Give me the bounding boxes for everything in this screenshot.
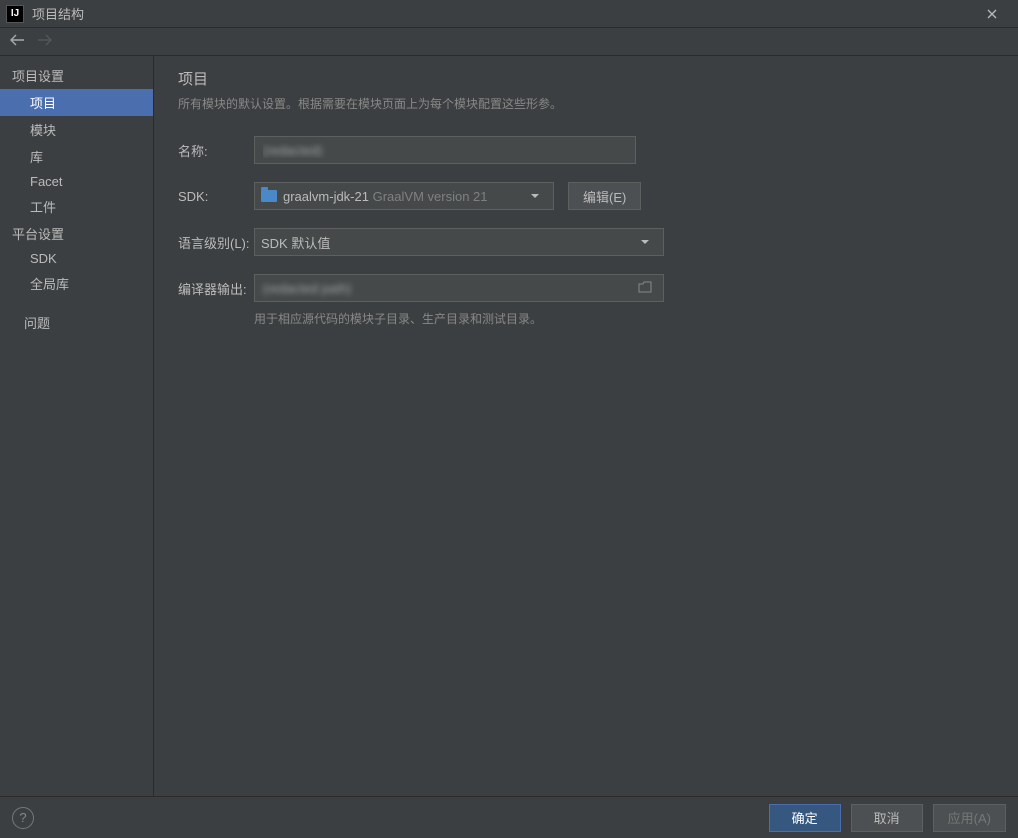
window-title: 项目结构 [32, 4, 972, 23]
compiler-output-label: 编译器输出: [178, 279, 250, 298]
lang-level-label: 语言级别(L): [178, 233, 250, 252]
sidebar-item-sdk[interactable]: SDK [0, 247, 153, 270]
sidebar-item-libraries[interactable]: 库 [0, 143, 153, 170]
name-label: 名称: [178, 141, 250, 160]
sidebar-item-modules[interactable]: 模块 [0, 116, 153, 143]
sdk-label: SDK: [178, 189, 250, 204]
help-icon: ? [19, 810, 26, 825]
nav-toolbar [0, 28, 1018, 56]
footer: ? 确定 取消 应用(A) [0, 796, 1018, 838]
chevron-down-icon [641, 240, 649, 244]
sidebar: 项目设置 项目 模块 库 Facet 工件 平台设置 SDK 全局库 问题 [0, 56, 154, 796]
sidebar-item-facet[interactable]: Facet [0, 170, 153, 193]
titlebar: IJ 项目结构 [0, 0, 1018, 28]
page-title: 项目 [178, 68, 994, 89]
sidebar-item-label: 模块 [30, 123, 56, 138]
page-description: 所有模块的默认设置。根据需要在模块页面上为每个模块配置这些形参。 [178, 95, 994, 112]
close-icon [987, 9, 997, 19]
arrow-left-icon [9, 34, 25, 46]
browse-folder-icon[interactable] [635, 281, 655, 296]
sidebar-item-label: 库 [30, 150, 43, 165]
sidebar-item-artifacts[interactable]: 工件 [0, 193, 153, 220]
sidebar-item-label: 全局库 [30, 277, 69, 292]
folder-icon [261, 190, 277, 202]
nav-forward-button [36, 33, 54, 51]
edit-sdk-button[interactable]: 编辑(E) [568, 182, 641, 210]
sidebar-section-platform-settings: 平台设置 [0, 220, 153, 247]
name-input[interactable] [254, 136, 636, 164]
main-content: 项目 所有模块的默认设置。根据需要在模块页面上为每个模块配置这些形参。 名称: … [154, 56, 1018, 796]
compiler-output-input[interactable]: (redacted path) [254, 274, 664, 302]
sidebar-item-label: 项目 [30, 96, 56, 111]
arrow-right-icon [37, 34, 53, 46]
close-button[interactable] [972, 0, 1012, 28]
sidebar-item-label: 问题 [24, 316, 50, 331]
nav-back-button[interactable] [8, 33, 26, 51]
help-button[interactable]: ? [12, 807, 34, 829]
compiler-output-description: 用于相应源代码的模块子目录、生产目录和测试目录。 [254, 310, 858, 327]
cancel-button[interactable]: 取消 [851, 804, 923, 832]
sidebar-item-project[interactable]: 项目 [0, 89, 153, 116]
chevron-down-icon [531, 194, 539, 198]
sidebar-item-label: SDK [30, 251, 57, 266]
sidebar-item-global-libs[interactable]: 全局库 [0, 270, 153, 297]
sidebar-item-label: Facet [30, 174, 63, 189]
sdk-select[interactable]: graalvm-jdk-21 GraalVM version 21 [254, 182, 554, 210]
sdk-select-value: graalvm-jdk-21 GraalVM version 21 [283, 189, 525, 204]
apply-button: 应用(A) [933, 804, 1006, 832]
compiler-output-value: (redacted path) [263, 281, 635, 296]
lang-level-select[interactable]: SDK 默认值 [254, 228, 664, 256]
sidebar-item-label: 工件 [30, 200, 56, 215]
sidebar-section-project-settings: 项目设置 [0, 62, 153, 89]
ok-button[interactable]: 确定 [769, 804, 841, 832]
lang-level-value: SDK 默认值 [261, 233, 635, 252]
app-icon: IJ [6, 5, 24, 23]
sidebar-item-problems[interactable]: 问题 [0, 309, 153, 336]
